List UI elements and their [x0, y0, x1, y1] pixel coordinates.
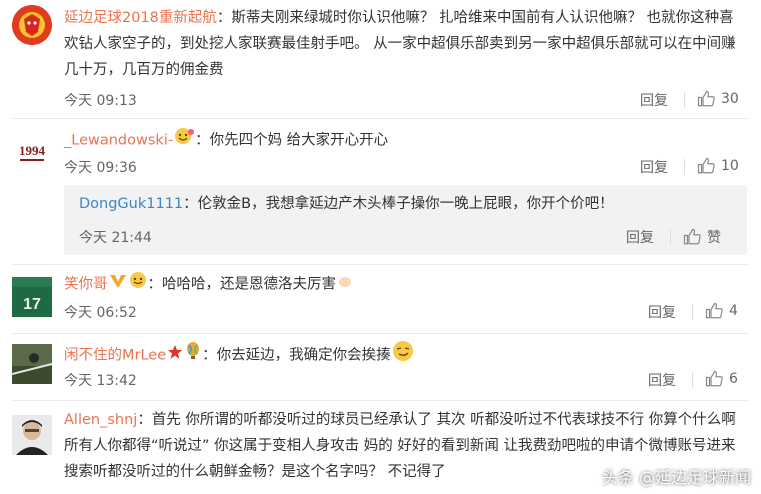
username-link[interactable]: 笑你哥	[64, 277, 108, 293]
smirk-emoji-icon	[392, 340, 414, 371]
timestamp: 今天 13:42	[64, 373, 137, 389]
reply-button[interactable]: 回复	[640, 90, 668, 110]
star-badge-icon	[167, 343, 183, 369]
comment-body: ：伦敦金B，我想拿延边产木头棒子操你一晚上屁眼，你开个价吧！	[183, 196, 614, 212]
comment-text: _Lewandowski- ：你先四个妈 给大家开心开心	[64, 127, 741, 154]
comment-item: 闲不住的MrLee ：你去延边，我确定你会挨揍 今天 13:42 回复 6	[0, 334, 761, 402]
comment-text: 笑你哥 ：哈哈哈，还是恩德洛夫厉害	[64, 271, 741, 298]
nested-reply-text: DongGuk1111：伦敦金B，我想拿延边产木头棒子操你一晚上屁眼，你开个价吧…	[79, 193, 737, 215]
avatar-image: 17	[12, 277, 52, 317]
thumbs-up-icon	[705, 370, 723, 387]
emoji-badge-icon	[129, 271, 147, 298]
timestamp: 今天 21:44	[79, 230, 152, 246]
like-count: 30	[721, 91, 739, 107]
clap-emoji-icon	[337, 272, 353, 298]
comment-body: ：你先四个妈 给大家开心开心	[195, 132, 389, 149]
avatar[interactable]: 17	[12, 277, 52, 317]
avatar-text: 1994	[19, 143, 46, 158]
avatar-image: 1994	[12, 131, 52, 171]
avatar[interactable]: 1994	[12, 131, 52, 171]
like-button[interactable]: 赞	[683, 227, 721, 247]
comment-text: 延边足球2018重新起航：斯蒂夫刚来绿城时你认识他嘛？ 扎哈维来中国前有人认识他…	[64, 5, 741, 83]
reply-button[interactable]: 回复	[648, 370, 676, 390]
avatar-image	[12, 415, 52, 455]
like-count: 6	[729, 371, 738, 387]
comment-meta: 今天 13:42 回复 6	[64, 370, 747, 392]
divider	[692, 304, 693, 320]
nested-reply: DongGuk1111：伦敦金B，我想拿延边产木头棒子操你一晚上屁眼，你开个价吧…	[64, 185, 747, 255]
timestamp: 今天 06:52	[64, 305, 137, 321]
avatar-text: 17	[23, 296, 41, 313]
divider	[684, 159, 685, 175]
club-logo-icon	[12, 5, 52, 45]
comment-body: ：哈哈哈，还是恩德洛夫厉害	[147, 276, 337, 293]
thumbs-up-icon	[697, 157, 715, 174]
watermark: 头条 @延边足球新闻	[601, 468, 751, 487]
reply-button[interactable]: 回复	[648, 302, 676, 322]
comment-meta: 今天 21:44 回复 赞	[79, 227, 737, 249]
divider	[684, 92, 685, 108]
balloon-badge-icon	[185, 342, 201, 369]
divider	[670, 229, 671, 245]
like-label: 赞	[707, 230, 721, 246]
thumbs-up-icon	[697, 90, 715, 107]
divider	[692, 372, 693, 388]
like-button[interactable]: 10	[697, 157, 739, 175]
thumbs-up-icon	[705, 302, 723, 319]
like-button[interactable]: 30	[697, 90, 739, 108]
username-link[interactable]: 延边足球2018重新起航	[64, 10, 217, 26]
avatar[interactable]	[12, 344, 52, 384]
timestamp: 今天 09:13	[64, 93, 137, 109]
like-count: 10	[721, 158, 739, 174]
username-link[interactable]: DongGuk1111	[79, 196, 183, 212]
comment-text: 闲不住的MrLee ：你去延边，我确定你会挨揍	[64, 340, 741, 371]
like-button[interactable]: 6	[705, 370, 738, 388]
comment-body: ：你去延边，我确定你会挨揍	[202, 347, 391, 364]
comment-item: 延边足球2018重新起航：斯蒂夫刚来绿城时你认识他嘛？ 扎哈维来中国前有人认识他…	[0, 0, 761, 118]
vip-badge-icon	[109, 272, 127, 298]
comment-item: 17 笑你哥 ：哈哈哈，还是恩德洛夫厉害 今天 06:52 回复 4	[0, 265, 761, 335]
comment-meta: 今天 09:13 回复 30	[64, 90, 747, 112]
avatar-image	[12, 344, 52, 384]
thumbs-up-icon	[683, 228, 701, 245]
username-link[interactable]: 闲不住的MrLee	[64, 348, 166, 364]
timestamp: 今天 09:36	[64, 160, 137, 176]
reply-button[interactable]: 回复	[640, 157, 668, 177]
like-count: 4	[729, 303, 738, 319]
comment-meta: 今天 06:52 回复 4	[64, 302, 747, 324]
avatar[interactable]	[12, 5, 52, 45]
reply-button[interactable]: 回复	[626, 227, 654, 247]
username-link[interactable]: Allen_shnj	[64, 412, 137, 428]
username-link[interactable]: _Lewandowski-	[64, 133, 173, 149]
emoji-badge-icon	[174, 127, 195, 154]
comment-meta: 今天 09:36 回复 10	[64, 157, 747, 179]
avatar[interactable]	[12, 415, 52, 455]
like-button[interactable]: 4	[705, 302, 738, 320]
